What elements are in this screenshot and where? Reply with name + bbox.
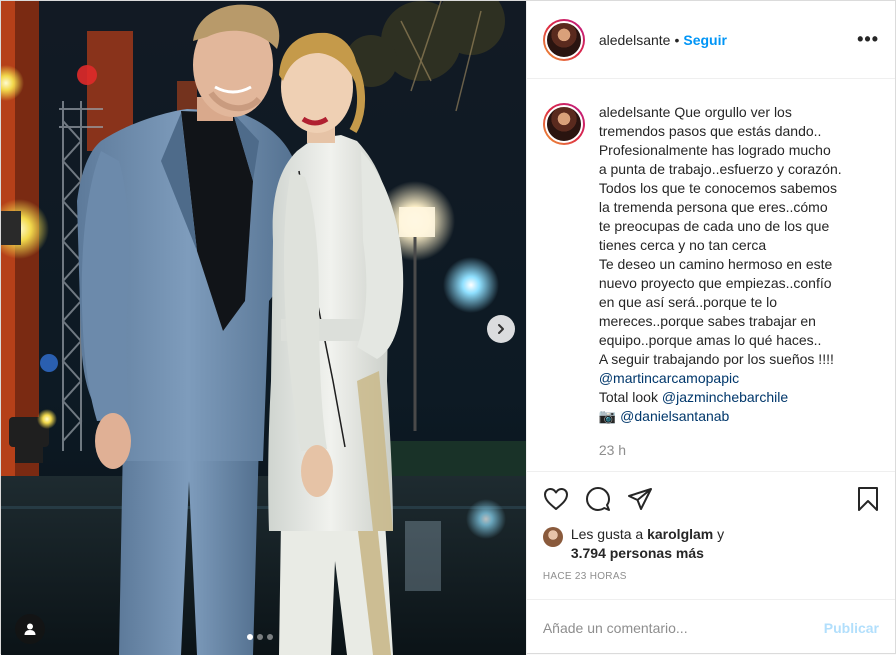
liker-username[interactable]: karolglam [647, 526, 713, 542]
caption-line: Te deseo un camino hermoso en este [598, 256, 833, 272]
header-separator: • [674, 31, 680, 48]
instagram-post: aledelsante • Seguir ••• aledelsante Que… [0, 0, 896, 655]
post-photo [1, 1, 526, 655]
caption-line: equipo..porque amas lo qué haces.. [598, 332, 822, 348]
likes-prefix: Les gusta a [570, 526, 644, 542]
likes-summary: Les gusta a karolglam y 3.794 personas m… [527, 525, 895, 569]
author-username[interactable]: aledelsante [599, 32, 671, 48]
caption-username[interactable]: aledelsante [599, 104, 671, 120]
carousel-dot [267, 634, 273, 640]
add-comment-bar: Publicar [526, 599, 895, 655]
carousel-dots [247, 634, 273, 640]
likes-text: Les gusta a karolglam y 3.794 personas m… [571, 525, 724, 563]
chevron-right-icon [498, 324, 504, 334]
mention-link[interactable]: @jazminchebarchile [662, 389, 788, 405]
comment-icon[interactable] [585, 486, 611, 512]
user-icon [24, 623, 36, 635]
caption-line: te preocupas de cada uno de los que [598, 218, 830, 234]
caption-line: nuevo proyecto que empiezas..confío [598, 275, 832, 291]
author-avatar[interactable] [542, 18, 585, 61]
comments-section: aledelsante Que orgullo ver los tremendo… [527, 79, 895, 471]
more-options-icon[interactable]: ••• [857, 29, 879, 50]
caption-line: Todos los que te conocemos sabemos [598, 180, 837, 196]
likes-count[interactable]: 3.794 personas más [571, 545, 704, 561]
caption-line: mereces..porque sabes trabajar en [598, 313, 816, 329]
carousel-dot [247, 634, 253, 640]
caption-line: Profesionalmente has logrado mucho [598, 142, 831, 158]
caption-line: tienes cerca y no tan cerca [598, 237, 767, 253]
caption-line: en que así será..porque te lo [598, 294, 778, 310]
camera-icon: 📷 [598, 408, 617, 424]
caption-line: Que orgullo ver los [674, 104, 792, 120]
share-icon[interactable] [627, 487, 653, 511]
caption-line: la tremenda persona que eres..cómo [598, 199, 828, 215]
comment-input[interactable] [542, 619, 824, 636]
carousel-dot [257, 634, 263, 640]
action-bar [526, 471, 895, 525]
caption-text: aledelsante Que orgullo ver los tremendo… [599, 103, 879, 426]
caption: aledelsante Que orgullo ver los tremendo… [542, 103, 879, 426]
caption-line: A seguir trabajando por los sueños !!!! [598, 351, 834, 367]
liker-avatar[interactable] [542, 527, 563, 547]
caption-line: a punta de trabajo..esfuerzo y corazón. [598, 161, 842, 177]
caption-avatar[interactable] [542, 103, 585, 145]
total-look-label: Total look [598, 389, 658, 405]
post-timestamp[interactable]: HACE 23 HORAS [527, 569, 895, 599]
post-media[interactable] [1, 1, 526, 655]
bookmark-icon[interactable] [857, 486, 879, 512]
publish-button[interactable]: Publicar [824, 620, 879, 636]
caption-time[interactable]: 23 h [599, 442, 879, 458]
follow-button[interactable]: Seguir [683, 32, 727, 48]
post-sidebar: aledelsante • Seguir ••• aledelsante Que… [525, 1, 895, 655]
mention-link[interactable]: @martincarcamopapic [599, 370, 739, 386]
mention-link[interactable]: @danielsantanab [620, 408, 729, 424]
likes-and: y [717, 526, 725, 542]
carousel-next-button[interactable] [487, 315, 515, 343]
caption-line: tremendos pasos que estás dando.. [598, 123, 822, 139]
tagged-users-button[interactable] [15, 614, 45, 644]
post-header: aledelsante • Seguir ••• [526, 1, 895, 79]
heart-icon[interactable] [543, 487, 569, 511]
